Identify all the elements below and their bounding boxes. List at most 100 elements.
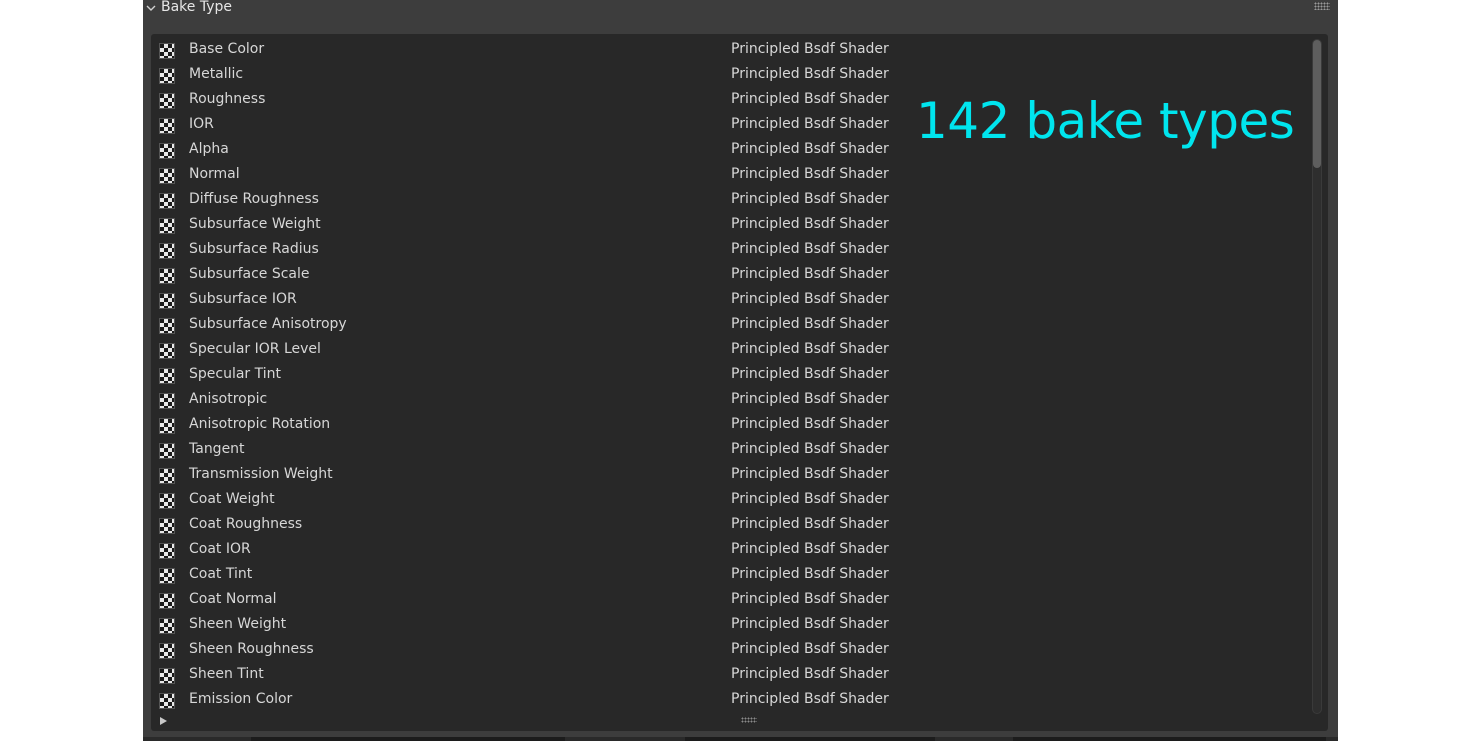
- bake-type-name: Subsurface Scale: [189, 266, 310, 282]
- bake-type-shader: Principled Bsdf Shader: [731, 441, 889, 457]
- bake-type-name: Subsurface Weight: [189, 216, 321, 232]
- panel-header[interactable]: Bake Type: [143, 0, 1338, 17]
- list-item[interactable]: Normal Principled Bsdf Shader: [151, 163, 1309, 188]
- checkerboard-texture-icon: [159, 143, 175, 159]
- checkerboard-texture-icon: [159, 693, 175, 709]
- bake-type-panel: Bake Type Base Color Principled Bsdf Shad…: [143, 0, 1338, 741]
- bake-type-shader: Principled Bsdf Shader: [731, 266, 889, 282]
- chevron-down-icon[interactable]: [145, 2, 157, 14]
- bake-type-name: Subsurface Radius: [189, 241, 319, 257]
- list-item[interactable]: Specular IOR Level Principled Bsdf Shader: [151, 338, 1309, 363]
- bake-type-shader: Principled Bsdf Shader: [731, 566, 889, 582]
- bake-type-shader: Principled Bsdf Shader: [731, 491, 889, 507]
- list-item[interactable]: Coat IOR Principled Bsdf Shader: [151, 538, 1309, 563]
- list-item[interactable]: Coat Roughness Principled Bsdf Shader: [151, 513, 1309, 538]
- list-item[interactable]: Coat Weight Principled Bsdf Shader: [151, 488, 1309, 513]
- bake-type-shader: Principled Bsdf Shader: [731, 641, 889, 657]
- bake-type-name: Coat Roughness: [189, 516, 303, 532]
- bake-type-shader: Principled Bsdf Shader: [731, 116, 889, 132]
- bottom-field[interactable]: [1013, 737, 1326, 741]
- bake-type-shader: Principled Bsdf Shader: [731, 216, 889, 232]
- bake-type-name: Anisotropic Rotation: [189, 416, 331, 432]
- checkerboard-texture-icon: [159, 268, 175, 284]
- bake-type-name: Subsurface IOR: [189, 291, 297, 307]
- triangle-right-icon[interactable]: [159, 716, 169, 726]
- list-item[interactable]: Coat Tint Principled Bsdf Shader: [151, 563, 1309, 588]
- list-item[interactable]: Sheen Weight Principled Bsdf Shader: [151, 613, 1309, 638]
- list-item[interactable]: Metallic Principled Bsdf Shader: [151, 63, 1309, 88]
- checkerboard-texture-icon: [159, 618, 175, 634]
- bake-type-name: IOR: [189, 116, 214, 132]
- bake-type-list[interactable]: Base Color Principled Bsdf Shader Metallic…: [151, 34, 1328, 731]
- checkerboard-texture-icon: [159, 468, 175, 484]
- bake-type-shader: Principled Bsdf Shader: [731, 616, 889, 632]
- bottom-toolbar-strip: [143, 737, 1338, 741]
- checkerboard-texture-icon: [159, 643, 175, 659]
- list-resize-handle-icon[interactable]: [741, 717, 757, 723]
- bake-type-shader: Principled Bsdf Shader: [731, 166, 889, 182]
- checkerboard-texture-icon: [159, 68, 175, 84]
- list-item[interactable]: Base Color Principled Bsdf Shader: [151, 38, 1309, 63]
- bake-type-name: Sheen Roughness: [189, 641, 314, 657]
- checkerboard-texture-icon: [159, 493, 175, 509]
- list-item[interactable]: Subsurface Scale Principled Bsdf Shader: [151, 263, 1309, 288]
- checkerboard-texture-icon: [159, 393, 175, 409]
- checkerboard-texture-icon: [159, 43, 175, 59]
- bake-type-name: Tangent: [189, 441, 245, 457]
- bake-type-shader: Principled Bsdf Shader: [731, 191, 889, 207]
- bake-type-shader: Principled Bsdf Shader: [731, 291, 889, 307]
- bake-type-name: Specular IOR Level: [189, 341, 321, 357]
- list-item[interactable]: Anisotropic Principled Bsdf Shader: [151, 388, 1309, 413]
- bake-type-name: Base Color: [189, 41, 265, 57]
- bake-type-shader: Principled Bsdf Shader: [731, 316, 889, 332]
- list-item[interactable]: Sheen Roughness Principled Bsdf Shader: [151, 638, 1309, 663]
- bake-type-shader: Principled Bsdf Shader: [731, 466, 889, 482]
- list-item[interactable]: Transmission Weight Principled Bsdf Shade…: [151, 463, 1309, 488]
- list-item[interactable]: Emission Color Principled Bsdf Shader: [151, 688, 1309, 713]
- bake-type-name: Anisotropic: [189, 391, 268, 407]
- bake-type-shader: Principled Bsdf Shader: [731, 691, 889, 707]
- checkerboard-texture-icon: [159, 518, 175, 534]
- checkerboard-texture-icon: [159, 168, 175, 184]
- checkerboard-texture-icon: [159, 293, 175, 309]
- checkerboard-texture-icon: [159, 243, 175, 259]
- bake-type-name: Coat Tint: [189, 566, 253, 582]
- checkerboard-texture-icon: [159, 343, 175, 359]
- checkerboard-texture-icon: [159, 418, 175, 434]
- checkerboard-texture-icon: [159, 593, 175, 609]
- bake-type-shader: Principled Bsdf Shader: [731, 341, 889, 357]
- bake-type-shader: Principled Bsdf Shader: [731, 141, 889, 157]
- bake-type-name: Metallic: [189, 66, 244, 82]
- list-item[interactable]: Subsurface Weight Principled Bsdf Shader: [151, 213, 1309, 238]
- bake-type-name: Emission Color: [189, 691, 293, 707]
- bake-type-shader: Principled Bsdf Shader: [731, 541, 889, 557]
- list-item[interactable]: Diffuse Roughness Principled Bsdf Shader: [151, 188, 1309, 213]
- bottom-field[interactable]: [685, 737, 935, 741]
- checkerboard-texture-icon: [159, 218, 175, 234]
- list-item[interactable]: Tangent Principled Bsdf Shader: [151, 438, 1309, 463]
- list-item[interactable]: Subsurface Anisotropy Principled Bsdf Sha…: [151, 313, 1309, 338]
- scrollbar-thumb[interactable]: [1313, 40, 1321, 168]
- checkerboard-texture-icon: [159, 118, 175, 134]
- bake-type-name: Specular Tint: [189, 366, 282, 382]
- list-scrollbar[interactable]: [1312, 39, 1322, 714]
- bake-type-name: Roughness: [189, 91, 266, 107]
- bake-type-shader: Principled Bsdf Shader: [731, 66, 889, 82]
- bake-type-shader: Principled Bsdf Shader: [731, 416, 889, 432]
- bake-type-shader: Principled Bsdf Shader: [731, 591, 889, 607]
- list-item[interactable]: Anisotropic Rotation Principled Bsdf Shad…: [151, 413, 1309, 438]
- bake-type-shader: Principled Bsdf Shader: [731, 516, 889, 532]
- bake-type-name: Sheen Weight: [189, 616, 287, 632]
- bake-type-name: Normal: [189, 166, 240, 182]
- drag-handle-icon[interactable]: [1314, 2, 1330, 10]
- list-item[interactable]: Specular Tint Principled Bsdf Shader: [151, 363, 1309, 388]
- bake-type-name: Diffuse Roughness: [189, 191, 319, 207]
- bake-type-name: Coat IOR: [189, 541, 251, 557]
- list-item[interactable]: Sheen Tint Principled Bsdf Shader: [151, 663, 1309, 688]
- list-item[interactable]: Subsurface Radius Principled Bsdf Shader: [151, 238, 1309, 263]
- list-item[interactable]: Coat Normal Principled Bsdf Shader: [151, 588, 1309, 613]
- bottom-field[interactable]: [251, 737, 565, 741]
- bake-type-shader: Principled Bsdf Shader: [731, 391, 889, 407]
- list-item[interactable]: Subsurface IOR Principled Bsdf Shader: [151, 288, 1309, 313]
- checkerboard-texture-icon: [159, 443, 175, 459]
